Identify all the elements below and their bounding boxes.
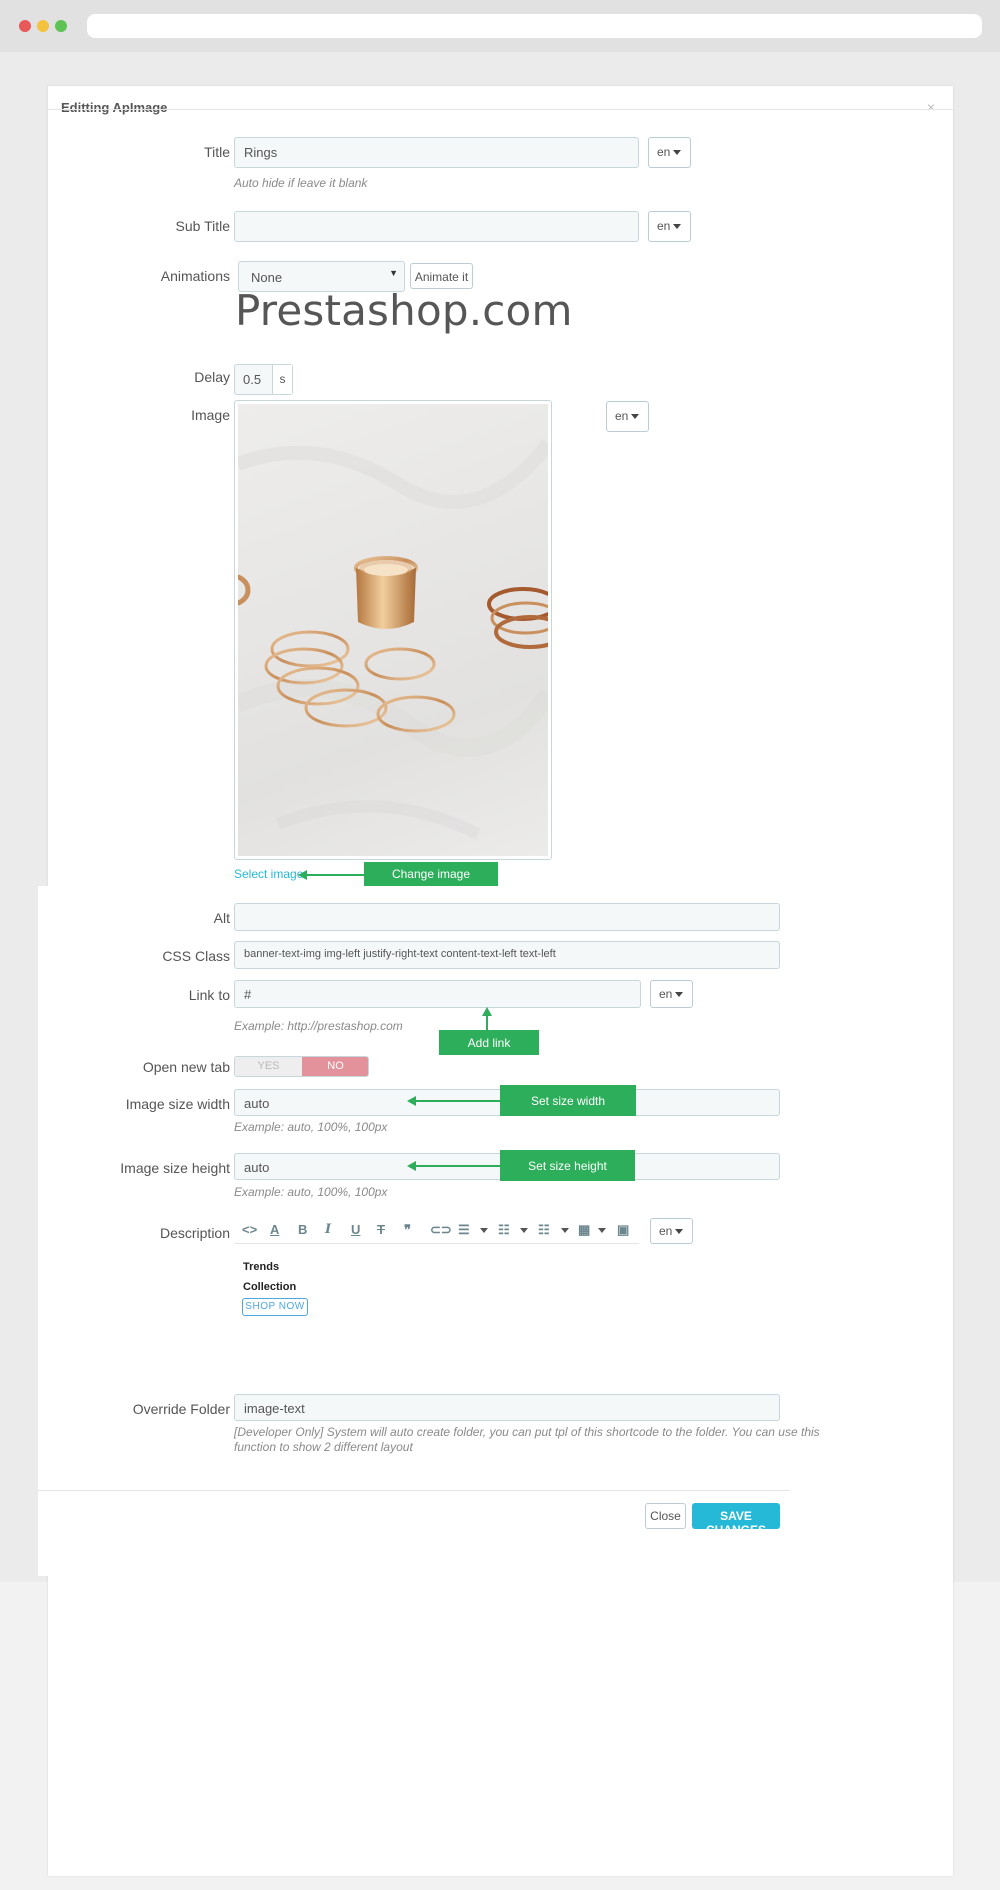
align-icon[interactable]: ☰ bbox=[458, 1222, 470, 1238]
save-changes-button[interactable]: SAVE CHANGES bbox=[692, 1503, 780, 1537]
bold-icon[interactable]: B bbox=[298, 1222, 307, 1237]
window-close-dot[interactable] bbox=[19, 20, 31, 32]
select-image-link[interactable]: Select image bbox=[234, 867, 303, 881]
override-folder-help-2: function to show 2 different layout bbox=[234, 1440, 413, 1454]
css-class-input[interactable]: banner-text-img img-left justify-right-t… bbox=[234, 941, 780, 969]
title-help: Auto hide if leave it blank bbox=[234, 176, 368, 190]
description-line-2: Collection bbox=[243, 1281, 297, 1293]
animations-label: Animations bbox=[160, 268, 230, 284]
code-icon[interactable]: <> bbox=[242, 1222, 257, 1237]
strikethrough-icon[interactable]: T bbox=[377, 1222, 385, 1237]
image-icon[interactable]: ▣ bbox=[617, 1222, 629, 1238]
unordered-list-icon[interactable]: ☷ bbox=[498, 1222, 510, 1238]
link-to-input[interactable]: # bbox=[234, 980, 641, 1008]
window-minimize-dot[interactable] bbox=[37, 20, 49, 32]
header-divider bbox=[48, 109, 953, 110]
animations-selected: None bbox=[251, 270, 283, 285]
address-bar[interactable] bbox=[87, 14, 982, 38]
image-label: Image bbox=[191, 407, 230, 423]
image-width-label: Image size width bbox=[125, 1096, 230, 1112]
title-label: Title bbox=[204, 144, 230, 160]
css-class-label: CSS Class bbox=[162, 948, 230, 964]
animation-preview-text: Prestashop.com bbox=[235, 286, 573, 335]
annotation-add-link: Add link bbox=[439, 1030, 539, 1055]
caret-down-icon bbox=[675, 992, 684, 998]
annotation-set-height: Set size height bbox=[500, 1150, 635, 1181]
rings-photo bbox=[238, 404, 548, 856]
title-lang-dropdown[interactable]: en bbox=[648, 137, 691, 168]
image-width-help: Example: auto, 100%, 100px bbox=[234, 1120, 388, 1134]
delay-label: Delay bbox=[194, 369, 230, 385]
caret-down-icon bbox=[631, 414, 640, 420]
title-input[interactable]: Rings bbox=[234, 137, 639, 168]
lang-label: en bbox=[657, 219, 671, 233]
link-icon[interactable]: ⊂⊃ bbox=[430, 1222, 452, 1238]
link-to-help: Example: http://prestashop.com bbox=[234, 1019, 403, 1033]
table-icon[interactable]: ▦ bbox=[578, 1222, 590, 1238]
ordered-list-icon[interactable]: ☷ bbox=[538, 1222, 550, 1238]
description-label: Description bbox=[159, 1225, 230, 1241]
override-folder-input[interactable]: image-text bbox=[234, 1394, 780, 1421]
close-icon[interactable]: × bbox=[927, 99, 935, 115]
caret-down-icon bbox=[673, 224, 682, 230]
link-to-label: Link to bbox=[188, 987, 230, 1003]
image-lang-dropdown[interactable]: en bbox=[606, 401, 649, 432]
subtitle-input[interactable] bbox=[234, 211, 639, 242]
caret-down-icon bbox=[675, 1229, 684, 1235]
modal-title: Editting ApImage bbox=[61, 100, 168, 115]
annotation-change-image: Change image bbox=[364, 862, 498, 886]
italic-icon[interactable]: I bbox=[325, 1222, 331, 1237]
caret-down-icon[interactable] bbox=[561, 1228, 569, 1233]
link-lang-dropdown[interactable]: en bbox=[650, 980, 693, 1008]
override-folder-help-1: [Developer Only] System will auto create… bbox=[234, 1425, 820, 1439]
quote-icon[interactable]: ❞ bbox=[404, 1222, 411, 1238]
image-height-help: Example: auto, 100%, 100px bbox=[234, 1185, 388, 1199]
delay-input-group[interactable]: 0.5 s bbox=[234, 364, 293, 395]
text-color-icon[interactable]: A bbox=[270, 1222, 279, 1237]
annotation-arrow bbox=[305, 874, 365, 876]
close-button[interactable]: Close bbox=[645, 1503, 686, 1529]
description-line-1: Trends bbox=[243, 1261, 280, 1273]
toggle-no[interactable]: NO bbox=[302, 1057, 368, 1076]
open-new-tab-label: Open new tab bbox=[142, 1059, 230, 1075]
lang-label: en bbox=[659, 987, 673, 1001]
description-lang-dropdown[interactable]: en bbox=[650, 1218, 693, 1244]
caret-down-icon[interactable] bbox=[480, 1228, 488, 1233]
override-folder-label: Override Folder bbox=[132, 1401, 230, 1417]
underline-icon[interactable]: U bbox=[351, 1222, 360, 1237]
dropdown-arrow-icon: ▼ bbox=[389, 268, 398, 278]
caret-down-icon[interactable] bbox=[520, 1228, 528, 1233]
lang-label: en bbox=[615, 409, 629, 423]
toggle-yes[interactable]: YES bbox=[235, 1057, 302, 1076]
subtitle-lang-dropdown[interactable]: en bbox=[648, 211, 691, 242]
alt-label: Alt bbox=[213, 910, 230, 926]
shop-now-button[interactable]: SHOP NOW bbox=[242, 1298, 308, 1316]
annotation-set-width: Set size width bbox=[500, 1085, 636, 1116]
browser-chrome bbox=[0, 0, 1000, 52]
delay-value: 0.5 bbox=[243, 372, 262, 387]
editor-toolbar: <> A B I U T ❞ ⊂⊃ ☰ ☷ ☷ ▦ ▣ bbox=[234, 1216, 639, 1244]
rings-illustration bbox=[238, 439, 548, 840]
image-preview-frame[interactable] bbox=[234, 400, 552, 860]
alt-input[interactable] bbox=[234, 903, 780, 931]
delay-unit: s bbox=[272, 365, 292, 394]
open-new-tab-toggle[interactable]: YES NO bbox=[234, 1056, 369, 1077]
caret-down-icon bbox=[673, 150, 682, 156]
lang-label: en bbox=[659, 1224, 673, 1238]
window-maximize-dot[interactable] bbox=[55, 20, 67, 32]
annotation-arrow bbox=[486, 1015, 488, 1031]
annotation-arrow bbox=[414, 1165, 502, 1167]
lang-label: en bbox=[657, 145, 671, 159]
footer-divider bbox=[38, 1490, 790, 1491]
caret-down-icon[interactable] bbox=[598, 1228, 606, 1233]
subtitle-label: Sub Title bbox=[175, 218, 230, 234]
annotation-arrow bbox=[414, 1100, 502, 1102]
image-height-label: Image size height bbox=[120, 1160, 230, 1176]
